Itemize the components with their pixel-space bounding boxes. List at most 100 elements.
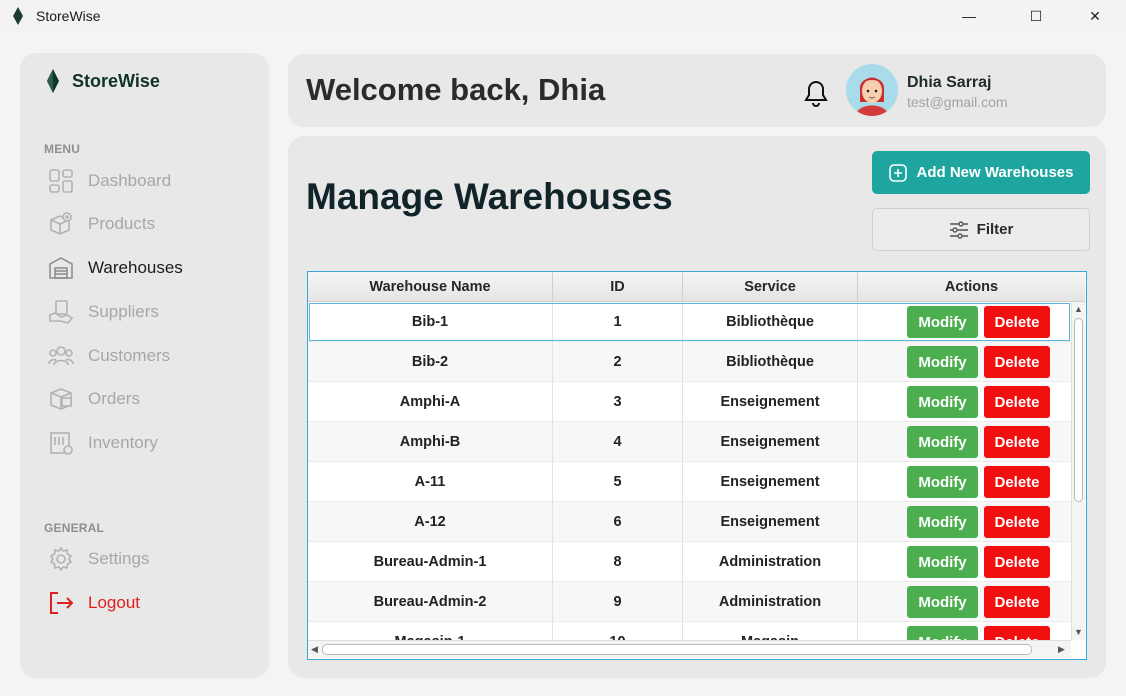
add-warehouse-label: Add New Warehouses	[916, 164, 1074, 181]
maximize-button[interactable]: ☐	[1013, 0, 1059, 32]
cell-warehouse-name: Bureau-Admin-1	[308, 542, 553, 582]
cell-actions: ModifyDelete	[858, 462, 1071, 502]
column-header-actions[interactable]: Actions	[858, 272, 1085, 302]
modify-button[interactable]: Modify	[907, 306, 978, 338]
cell-service: Bibliothèque	[683, 342, 858, 382]
modify-button[interactable]: Modify	[907, 586, 978, 618]
cell-service: Enseignement	[683, 382, 858, 422]
welcome-message: Welcome back, Dhia	[306, 72, 606, 107]
cell-warehouse-name: Bureau-Admin-2	[308, 582, 553, 622]
window-title: StoreWise	[36, 8, 101, 24]
plus-icon	[888, 163, 907, 182]
modify-button[interactable]: Modify	[907, 426, 978, 458]
logout-button[interactable]: Logout	[48, 588, 140, 618]
add-warehouse-button[interactable]: Add New Warehouses	[872, 151, 1090, 194]
cell-id: 5	[553, 462, 683, 502]
modify-button[interactable]: Modify	[907, 546, 978, 578]
delete-button[interactable]: Delete	[984, 586, 1050, 618]
warehouses-table: Warehouse Name ID Service Actions Bib-1 1…	[307, 271, 1087, 660]
table-row[interactable]: Bib-2 2 Bibliothèque Modify Delete	[308, 342, 1071, 382]
table-row[interactable]: Bureau-Admin-1 8 Administration Modify Delet…	[308, 542, 1071, 582]
bell-icon[interactable]	[802, 76, 830, 108]
sidebar-item-label: Dashboard	[88, 171, 172, 190]
cell-service: Administration	[683, 542, 858, 582]
sidebar-item-label: Settings	[88, 549, 150, 568]
minimize-button[interactable]: —	[946, 0, 992, 32]
column-header-id[interactable]: ID	[553, 272, 683, 302]
vertical-scrollbar[interactable]: ▲ ▼	[1071, 302, 1085, 640]
scroll-right-icon[interactable]: ▶	[1058, 644, 1065, 655]
sidebar-item-label: Inventory	[88, 433, 158, 452]
table-row[interactable]: Amphi-B 4 Enseignement Modify Delete	[308, 422, 1071, 462]
table-row[interactable]: A-11 5 Enseignement Modify Delete	[308, 462, 1071, 502]
sidebar-item-label: Products	[88, 214, 156, 233]
scroll-up-icon[interactable]: ▲	[1074, 304, 1083, 314]
delete-button[interactable]: Delete	[984, 626, 1050, 640]
cell-service: Enseignement	[683, 502, 858, 542]
app-logo-icon	[13, 7, 23, 25]
cell-id: 2	[553, 342, 683, 382]
delete-button[interactable]: Delete	[984, 426, 1050, 458]
header: Welcome back, Dhia Dhia Sarraj test@gmai…	[288, 54, 1106, 127]
delete-button[interactable]: Delete	[984, 346, 1050, 378]
sidebar-item-label: Suppliers	[88, 302, 159, 321]
customers-icon	[48, 343, 74, 369]
products-icon	[48, 211, 74, 237]
table-header: Warehouse Name ID Service Actions	[308, 272, 1085, 302]
scroll-thumb[interactable]	[322, 644, 1032, 655]
scroll-left-icon[interactable]: ◀	[311, 644, 318, 655]
table-row[interactable]: Bib-1 1 Bibliothèque Modify Delete	[308, 302, 1071, 342]
sidebar-item-customers[interactable]: Customers	[48, 341, 170, 371]
suppliers-icon	[48, 299, 74, 325]
delete-button[interactable]: Delete	[984, 306, 1050, 338]
delete-button[interactable]: Delete	[984, 386, 1050, 418]
horizontal-scrollbar[interactable]: ◀ ▶	[308, 640, 1071, 658]
filter-label: Filter	[976, 221, 1014, 238]
sidebar-item-warehouses[interactable]: Warehouses	[48, 253, 183, 283]
cell-id: 3	[553, 382, 683, 422]
table-row[interactable]: A-12 6 Enseignement Modify Delete	[308, 502, 1071, 542]
scroll-down-icon[interactable]: ▼	[1074, 627, 1083, 637]
modify-button[interactable]: Modify	[907, 506, 978, 538]
sidebar: StoreWise MENU Dashboard Products Wareho…	[20, 53, 269, 678]
dashboard-icon	[48, 168, 74, 194]
cell-service: Magasin	[683, 622, 858, 640]
sidebar-item-orders[interactable]: Orders	[48, 384, 140, 414]
close-button[interactable]: ✕	[1072, 0, 1118, 32]
sidebar-item-settings[interactable]: Settings	[48, 544, 149, 574]
table-body: Bib-1 1 Bibliothèque Modify Delete Bib-2 2 Bibl…	[308, 302, 1071, 640]
cell-service: Enseignement	[683, 422, 858, 462]
table-row[interactable]: Amphi-A 3 Enseignement Modify Delete	[308, 382, 1071, 422]
sidebar-item-label: Customers	[88, 346, 171, 365]
cell-actions: ModifyDelete	[858, 542, 1071, 582]
modify-button[interactable]: Modify	[907, 626, 978, 640]
modify-button[interactable]: Modify	[907, 386, 978, 418]
cell-warehouse-name: A-12	[308, 502, 553, 542]
modify-button[interactable]: Modify	[907, 466, 978, 498]
delete-button[interactable]: Delete	[984, 546, 1050, 578]
table-row[interactable]: Bureau-Admin-2 9 Administration Modify Delet…	[308, 582, 1071, 622]
column-header-name[interactable]: Warehouse Name	[308, 272, 553, 302]
cell-actions: ModifyDelete	[858, 302, 1071, 342]
sidebar-item-dashboard[interactable]: Dashboard	[48, 166, 171, 196]
cell-warehouse-name: A-11	[308, 462, 553, 502]
sidebar-item-products[interactable]: Products	[48, 209, 155, 239]
scroll-thumb[interactable]	[1074, 318, 1083, 502]
user-email: test@gmail.com	[907, 94, 1008, 110]
table-row[interactable]: Magasin-110Magasin Modify Delete	[308, 622, 1071, 640]
brand: StoreWise	[46, 69, 160, 93]
delete-button[interactable]: Delete	[984, 506, 1050, 538]
window-titlebar: StoreWise — ☐ ✕	[0, 0, 1126, 32]
filter-button[interactable]: Filter	[872, 208, 1090, 251]
avatar[interactable]	[846, 64, 898, 116]
delete-button[interactable]: Delete	[984, 466, 1050, 498]
cell-id: 8	[553, 542, 683, 582]
sidebar-item-inventory[interactable]: Inventory	[48, 428, 158, 458]
modify-button[interactable]: Modify	[907, 346, 978, 378]
cell-warehouse-name: Bib-1	[308, 302, 553, 342]
sidebar-item-suppliers[interactable]: Suppliers	[48, 297, 159, 327]
column-header-service[interactable]: Service	[683, 272, 858, 302]
inventory-icon	[48, 430, 74, 456]
cell-actions: ModifyDelete	[858, 342, 1071, 382]
sidebar-item-label: Orders	[88, 389, 140, 408]
